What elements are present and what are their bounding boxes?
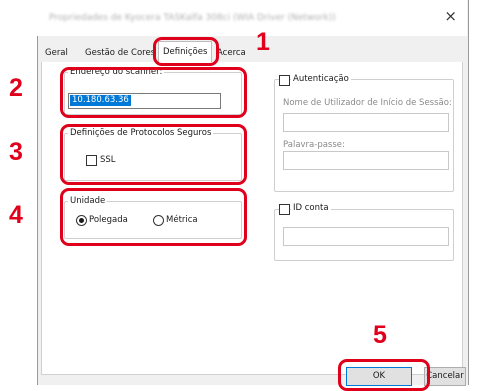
window-title: Propriedades de Kyocera TASKalfa 308ci (… bbox=[49, 13, 336, 23]
callout-number-1: 1 bbox=[256, 28, 270, 56]
callout-box-ok bbox=[338, 359, 430, 391]
callout-box-scanner-address bbox=[60, 67, 247, 118]
tab-gestao-de-cores[interactable]: Gestão de Cores bbox=[85, 45, 155, 62]
callout-box-secure-protocols bbox=[60, 124, 247, 185]
tab-acerca[interactable]: Acerca bbox=[217, 45, 246, 62]
username-label: Nome de Utilizador de Início de Sessão: bbox=[283, 98, 452, 108]
authentication-label: Autenticação bbox=[291, 74, 351, 84]
callout-number-3: 3 bbox=[9, 138, 23, 166]
id-account-checkbox[interactable] bbox=[279, 204, 290, 215]
authentication-checkbox[interactable] bbox=[279, 75, 290, 86]
callout-box-unit bbox=[60, 188, 247, 246]
close-icon[interactable]: × bbox=[444, 9, 457, 24]
callout-box-tab bbox=[153, 37, 219, 66]
title-bar: Propriedades de Kyocera TASKalfa 308ci (… bbox=[37, 0, 467, 36]
password-label: Palavra-passe: bbox=[283, 140, 345, 150]
username-input[interactable] bbox=[283, 113, 449, 132]
tab-geral[interactable]: Geral bbox=[45, 45, 68, 62]
password-input[interactable] bbox=[283, 151, 449, 170]
callout-number-5: 5 bbox=[373, 321, 387, 349]
callout-number-2: 2 bbox=[9, 74, 23, 102]
id-account-label: ID conta bbox=[291, 203, 331, 213]
authentication-group bbox=[274, 79, 454, 192]
id-account-input[interactable] bbox=[283, 227, 449, 246]
cancel-button[interactable]: Cancelar bbox=[424, 367, 466, 386]
callout-number-4: 4 bbox=[9, 201, 23, 229]
